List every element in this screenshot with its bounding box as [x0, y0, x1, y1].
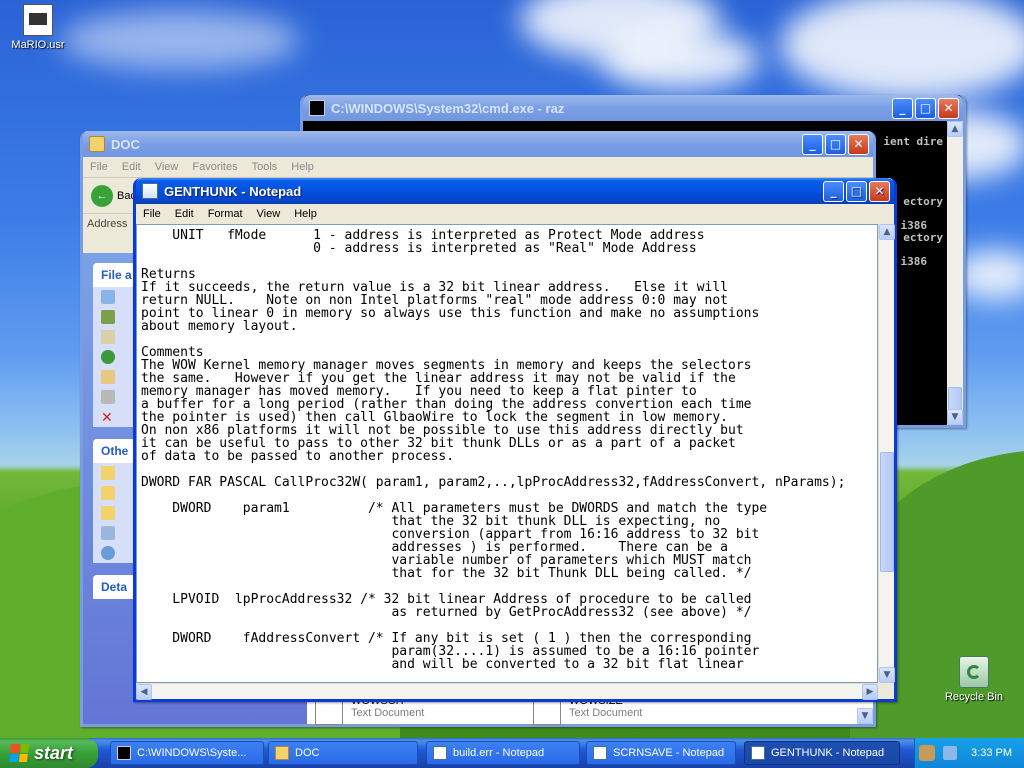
task-icon — [101, 390, 115, 404]
notepad-icon — [142, 183, 158, 199]
taskbar-item-label: GENTHUNK - Notepad — [771, 747, 885, 759]
scroll-down-button[interactable]: ▼ — [857, 708, 873, 724]
taskbar-item-doc[interactable]: DOC — [268, 741, 418, 765]
taskbar-item-label: C:\WINDOWS\Syste... — [137, 747, 247, 759]
delete-icon: ✕ — [101, 410, 113, 426]
maximize-button[interactable]: □ — [846, 180, 867, 202]
cmd-icon — [309, 100, 325, 116]
notepad-window[interactable]: GENTHUNK - Notepad _ □ ✕ File Edit Forma… — [133, 178, 897, 702]
scroll-left-button[interactable]: ◀ — [136, 684, 152, 700]
menu-tools[interactable]: Tools — [245, 161, 285, 173]
text-file-icon — [23, 4, 53, 36]
menu-favorites[interactable]: Favorites — [185, 161, 244, 173]
minimize-button[interactable]: _ — [823, 180, 844, 202]
window-title: GENTHUNK - Notepad — [164, 183, 302, 199]
task-icon — [101, 370, 115, 384]
back-arrow-icon: ← — [91, 184, 113, 207]
horizontal-scrollbar[interactable]: ◀ ▶ — [136, 683, 878, 700]
cmd-line: ient dire — [883, 135, 943, 148]
folder-icon — [101, 506, 115, 520]
scroll-up-button[interactable]: ▲ — [879, 224, 895, 240]
maximize-button[interactable]: □ — [825, 133, 846, 155]
maximize-button[interactable]: □ — [915, 97, 936, 119]
computer-icon — [101, 526, 115, 540]
doc-menubar: File Edit View Favorites Tools Help — [83, 157, 873, 177]
close-button[interactable]: ✕ — [869, 180, 890, 202]
cmd-line: ectory — [903, 195, 943, 208]
desktop-icon-recycle-bin[interactable]: Recycle Bin — [936, 656, 1012, 703]
notepad-menubar: File Edit Format View Help — [136, 204, 894, 224]
address-label: Address — [87, 217, 128, 230]
minimize-button[interactable]: _ — [892, 97, 913, 119]
menu-view[interactable]: View — [148, 161, 186, 173]
scroll-down-button[interactable]: ▼ — [947, 409, 963, 425]
network-icon — [101, 546, 115, 560]
notepad-text-area[interactable]: UNIT fMode 1 - address is interpreted as… — [136, 224, 878, 683]
doc-titlebar[interactable]: DOC _ □ ✕ — [83, 131, 873, 157]
menu-view[interactable]: View — [250, 208, 288, 220]
start-label: start — [34, 742, 74, 763]
file-type: Text Document — [569, 707, 643, 719]
vertical-scrollbar[interactable]: ▲ ▼ — [878, 224, 895, 683]
tray-app-icon[interactable] — [919, 745, 936, 761]
scroll-down-button[interactable]: ▼ — [879, 667, 895, 683]
taskbar-item-cmd[interactable]: C:\WINDOWS\Syste... — [110, 741, 264, 765]
task-icon — [101, 290, 115, 304]
taskbar: start C:\WINDOWS\Syste... DOC build.err … — [0, 738, 1024, 768]
task-icon — [101, 330, 115, 344]
taskbar-item-label: build.err - Notepad — [453, 747, 545, 759]
folder-icon — [275, 746, 289, 760]
taskbar-item-scrnsave[interactable]: SCRNSAVE - Notepad — [586, 741, 736, 765]
scroll-thumb[interactable] — [880, 452, 894, 572]
desktop-icon-label: Recycle Bin — [944, 691, 1004, 703]
desktop-icon-label: MaRIO.usr — [11, 39, 65, 51]
cmd-line: ectory — [903, 231, 943, 244]
folder-icon — [101, 466, 115, 480]
desktop: MaRIO.usr Recycle Bin C:\WINDOWS\System3… — [0, 0, 1024, 738]
folder-icon — [101, 486, 115, 500]
menu-format[interactable]: Format — [201, 208, 250, 220]
recycle-bin-icon — [959, 656, 989, 688]
taskbar-item-genthunk[interactable]: GENTHUNK - Notepad — [744, 741, 900, 765]
notepad-titlebar[interactable]: GENTHUNK - Notepad _ □ ✕ — [136, 178, 894, 204]
notepad-content: UNIT fMode 1 - address is interpreted as… — [141, 228, 846, 672]
system-tray: 3:33 PM — [914, 738, 1024, 768]
size-grip[interactable] — [878, 683, 894, 699]
close-button[interactable]: ✕ — [848, 133, 869, 155]
windows-logo-icon — [8, 744, 30, 762]
menu-file[interactable]: File — [136, 208, 168, 220]
window-title: DOC — [111, 136, 140, 152]
notepad-icon — [593, 746, 607, 760]
clock[interactable]: 3:33 PM — [971, 747, 1012, 759]
menu-edit[interactable]: Edit — [168, 208, 201, 220]
task-icon — [101, 310, 115, 324]
taskbar-item-label: SCRNSAVE - Notepad — [613, 747, 725, 759]
folder-icon — [89, 136, 105, 152]
scroll-up-button[interactable]: ▲ — [947, 121, 963, 137]
menu-file[interactable]: File — [83, 161, 115, 173]
tray-network-icon[interactable] — [943, 746, 958, 760]
taskbar-item-label: DOC — [295, 747, 320, 759]
taskbar-item-build-err[interactable]: build.err - Notepad — [426, 741, 580, 765]
menu-help[interactable]: Help — [287, 208, 324, 220]
cmd-icon — [117, 746, 131, 760]
menu-help[interactable]: Help — [284, 161, 321, 173]
desktop-icon-mario-usr[interactable]: MaRIO.usr — [0, 4, 76, 51]
cmd-scrollbar[interactable]: ▲ ▼ — [947, 121, 963, 425]
window-title: C:\WINDOWS\System32\cmd.exe - raz — [331, 100, 565, 116]
close-button[interactable]: ✕ — [938, 97, 959, 119]
cmd-line: i386 — [900, 255, 928, 268]
cmd-titlebar[interactable]: C:\WINDOWS\System32\cmd.exe - raz _ □ ✕ — [303, 95, 963, 121]
scroll-right-button[interactable]: ▶ — [862, 684, 878, 700]
notepad-icon — [433, 746, 447, 760]
file-type: Text Document — [351, 707, 425, 719]
menu-edit[interactable]: Edit — [115, 161, 148, 173]
notepad-icon — [751, 746, 765, 760]
task-icon — [101, 350, 115, 364]
start-button[interactable]: start — [0, 738, 98, 768]
minimize-button[interactable]: _ — [802, 133, 823, 155]
